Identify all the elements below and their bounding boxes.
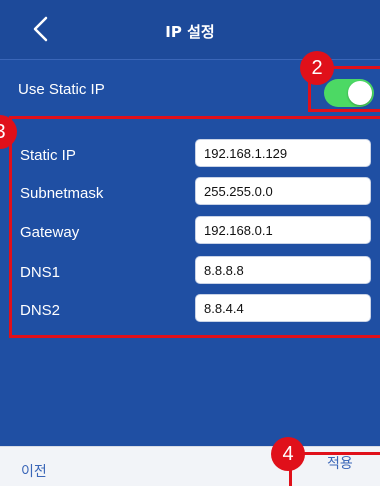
apply-marker-badge: 4 bbox=[271, 437, 305, 471]
ip-settings-screen: IP 설정 Use Static IP Static IP Subnetmask… bbox=[0, 0, 380, 486]
prev-button[interactable]: 이전 bbox=[21, 461, 47, 481]
fields-highlight-box bbox=[9, 116, 380, 338]
page-title: IP 설정 bbox=[165, 23, 215, 41]
nav-header: IP 설정 bbox=[0, 0, 380, 60]
static-ip-label: Use Static IP bbox=[18, 81, 105, 98]
toggle-marker-badge: 2 bbox=[300, 51, 334, 85]
